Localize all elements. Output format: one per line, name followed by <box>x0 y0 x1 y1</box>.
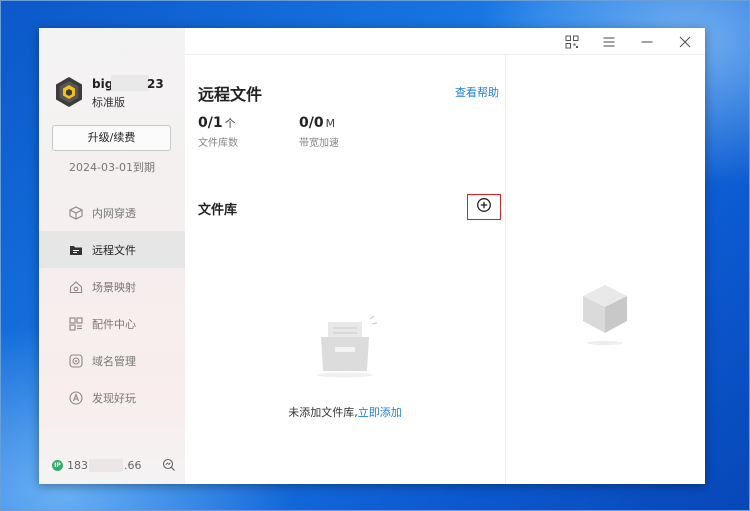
grid-apps-icon <box>69 316 83 331</box>
sidebar-item-label: 远程文件 <box>92 243 136 257</box>
stat-value: 0/1 <box>198 115 223 131</box>
sidebar-item-accessories[interactable]: 配件中心 <box>39 305 185 342</box>
cube-placeholder-icon <box>580 283 630 347</box>
sidebar-item-label: 域名管理 <box>92 354 136 368</box>
ip-prefix: 183 <box>67 459 88 472</box>
stat-unit: 个 <box>224 117 236 130</box>
stat-label: 带宽加速 <box>299 138 339 149</box>
redacted-mask <box>111 75 149 91</box>
main-panel: 远程文件 查看帮助 0/1 个 文件库数 0/0 M 带宽加速 文件库 未添加文… <box>185 55 505 484</box>
plan-label: 标准版 <box>92 96 125 109</box>
page-title: 远程文件 <box>198 85 263 104</box>
sidebar-item-discover[interactable]: 发现好玩 <box>39 379 185 416</box>
redacted-mask <box>89 459 123 472</box>
minimize-icon[interactable] <box>640 34 654 48</box>
cube-outline-icon <box>69 205 83 220</box>
search-icon[interactable] <box>162 458 176 472</box>
menu-icon[interactable] <box>602 34 616 48</box>
plus-circle-icon <box>476 197 492 217</box>
stat-label: 文件库数 <box>198 138 238 149</box>
stat-library-count: 0/1 个 文件库数 <box>198 112 238 149</box>
empty-box-illustration <box>313 315 383 380</box>
empty-message: 未添加文件库, <box>288 406 358 419</box>
ip-address-row: IP 183 .66 <box>52 458 176 472</box>
sidebar-item-domain[interactable]: 域名管理 <box>39 342 185 379</box>
sidebar-item-remote-files[interactable]: 远程文件 <box>39 231 185 268</box>
compass-icon <box>69 390 83 405</box>
sidebar-item-intranet[interactable]: 内网穿透 <box>39 194 185 231</box>
house-scene-icon <box>69 280 83 294</box>
app-window: big 23 标准版 升级/续费 2024-03-01到期 内网穿透 远程文件 <box>39 28 705 484</box>
sidebar-nav: 内网穿透 远程文件 场景映射 配件中心 域名管理 发现好玩 <box>39 194 185 416</box>
sidebar-item-label: 配件中心 <box>92 317 136 331</box>
qr-code-icon[interactable] <box>565 34 579 49</box>
domain-target-icon <box>69 353 83 368</box>
expiry-date: 2024-03-01到期 <box>69 161 155 174</box>
add-library-button[interactable] <box>467 194 501 220</box>
ip-badge-icon: IP <box>52 460 63 471</box>
add-now-link[interactable]: 立即添加 <box>358 406 402 419</box>
stat-bandwidth: 0/0 M 带宽加速 <box>299 112 339 149</box>
sidebar: big 23 标准版 升级/续费 2024-03-01到期 内网穿透 远程文件 <box>39 28 185 484</box>
title-bar <box>185 28 705 55</box>
sidebar-item-label: 内网穿透 <box>92 206 136 220</box>
detail-panel <box>505 55 705 484</box>
sidebar-item-scene-mapping[interactable]: 场景映射 <box>39 268 185 305</box>
stat-unit: M <box>325 117 336 130</box>
avatar[interactable] <box>54 76 84 108</box>
help-link[interactable]: 查看帮助 <box>455 84 499 100</box>
sidebar-item-label: 场景映射 <box>92 280 136 294</box>
close-icon[interactable] <box>678 34 692 48</box>
upgrade-button[interactable]: 升级/续费 <box>52 125 171 151</box>
stat-value: 0/0 <box>299 115 324 131</box>
empty-state-text: 未添加文件库,立即添加 <box>185 404 505 420</box>
ip-suffix: .66 <box>124 459 142 472</box>
sidebar-item-label: 发现好玩 <box>92 391 136 405</box>
folder-files-icon <box>69 243 83 257</box>
section-title: 文件库 <box>198 203 238 218</box>
user-name-suffix: 23 <box>147 77 164 91</box>
